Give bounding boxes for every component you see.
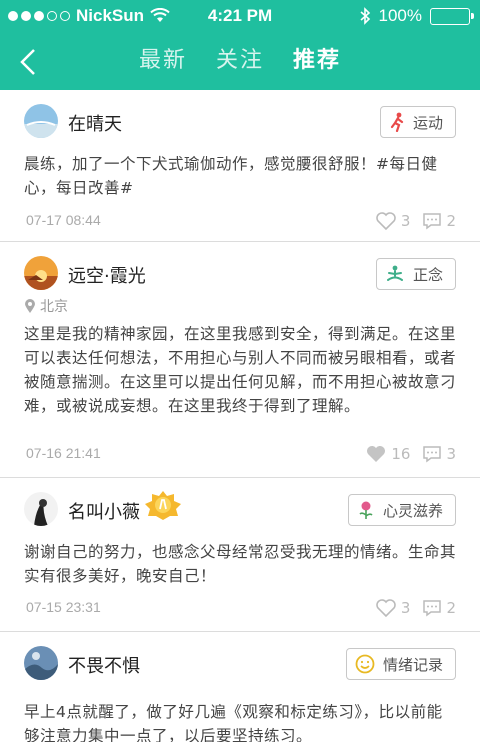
post-content: 这里是我的精神家园，在这里我感到安全，得到满足。在这里可以表达任何想法，不用担心…: [24, 325, 457, 415]
tab-recommended[interactable]: 推荐: [293, 42, 341, 74]
post-stats: 3 2: [375, 598, 456, 618]
post-feed: 在晴天 运动 晨练，加了一个下犬式瑜伽动作，感觉腰很舒服！#每日健心，每日改善#…: [0, 90, 480, 742]
post-footer: 07-16 21:41 16 3: [24, 433, 456, 477]
post-header: 不畏不惧 情绪记录: [24, 632, 456, 694]
tab-following[interactable]: 关注: [216, 42, 264, 74]
bluetooth-icon: [359, 7, 370, 25]
avatar[interactable]: [24, 492, 58, 526]
category-tag[interactable]: 正念: [375, 258, 456, 290]
tab-latest[interactable]: 最新: [139, 42, 187, 74]
avatar[interactable]: [24, 256, 58, 290]
level-badge-icon: [145, 491, 181, 520]
tag-label: 心灵滋养: [382, 501, 443, 520]
post-header: 远空·霞光 正念: [24, 242, 456, 304]
like-count: 3: [400, 212, 411, 230]
battery-icon: [430, 7, 474, 25]
tag-label: 情绪记录: [382, 655, 443, 674]
post-header: 名叫小薇 心灵滋养: [24, 478, 456, 540]
heart-filled-icon: [367, 446, 386, 462]
post-content: 谢谢自己的努力，也感念父母经常忍受我无理的情绪。生命其实有很多美好，晚安自己！: [24, 543, 457, 585]
comment-button[interactable]: 2: [422, 598, 456, 618]
avatar[interactable]: [24, 646, 58, 680]
post-time: 07-15 23:31: [26, 599, 101, 615]
heart-outline-icon: [376, 212, 396, 231]
smiley-icon: [355, 654, 375, 674]
username[interactable]: 名叫小薇: [68, 498, 140, 524]
comment-count: 2: [446, 212, 456, 230]
category-tag[interactable]: 情绪记录: [345, 648, 456, 680]
post-header: 在晴天 运动: [24, 90, 456, 152]
runner-icon: [390, 112, 404, 132]
comment-count: 3: [446, 445, 456, 463]
like-count: 3: [400, 599, 411, 617]
heart-outline-icon: [376, 599, 396, 618]
status-bar: NickSun 4:21 PM 100%: [0, 0, 480, 34]
like-button[interactable]: 3: [375, 598, 411, 618]
post-stats: 3 2: [375, 211, 456, 231]
like-button[interactable]: 3: [375, 211, 411, 231]
feed-tabs: 最新 关注 推荐: [0, 42, 480, 74]
category-tag[interactable]: 运动: [379, 106, 456, 138]
comment-icon: [423, 213, 442, 230]
comment-button[interactable]: 3: [422, 444, 456, 464]
comment-button[interactable]: 2: [422, 211, 456, 231]
post-time: 07-17 08:44: [26, 212, 101, 228]
post-card: 名叫小薇 心灵滋养 谢谢自己的努力，也感念父母经常忍受我无理的情绪。生命其实有很…: [0, 478, 480, 632]
post-footer: 07-17 08:44 3 2: [24, 200, 456, 244]
username[interactable]: 在晴天: [68, 110, 122, 136]
post-time: 07-16 21:41: [26, 445, 101, 461]
app-header: NickSun 4:21 PM 100% 最新 关注 推荐: [0, 0, 480, 90]
status-right: 100%: [359, 6, 474, 26]
post-card: 在晴天 运动 晨练，加了一个下犬式瑜伽动作，感觉腰很舒服！#每日健心，每日改善#…: [0, 90, 480, 242]
nav-bar: 最新 关注 推荐: [0, 34, 480, 90]
comment-count: 2: [446, 599, 456, 617]
username[interactable]: 远空·霞光: [68, 262, 146, 288]
post-card: 远空·霞光 正念 北京 这里是我的精神家园，在这里我感到安全，得到满足。在这里可…: [0, 242, 480, 478]
category-tag[interactable]: 心灵滋养: [347, 494, 456, 526]
post-stats: 16 3: [365, 444, 456, 464]
tag-label: 运动: [412, 113, 443, 132]
like-count: 16: [391, 445, 411, 463]
battery-percent: 100%: [378, 6, 422, 25]
post-content: 早上4点就醒了，做了好几遍《观察和标定练习》，比以前能够注意力集中一点了，以后要…: [24, 703, 443, 742]
like-button[interactable]: 16: [365, 444, 410, 464]
avatar[interactable]: [24, 104, 58, 138]
comment-icon: [423, 600, 442, 617]
post-content: 晨练，加了一个下犬式瑜伽动作，感觉腰很舒服！#每日健心，每日改善#: [24, 155, 438, 197]
post-card: 不畏不惧 情绪记录 早上4点就醒了，做了好几遍《观察和标定练习》，比以前能够注意…: [0, 632, 480, 742]
meditation-icon: [386, 265, 403, 281]
tag-label: 正念: [412, 265, 443, 284]
flower-icon: [359, 501, 373, 519]
comment-icon: [423, 446, 442, 463]
username[interactable]: 不畏不惧: [68, 652, 140, 678]
post-footer: 07-15 23:31 3 2: [24, 587, 456, 631]
